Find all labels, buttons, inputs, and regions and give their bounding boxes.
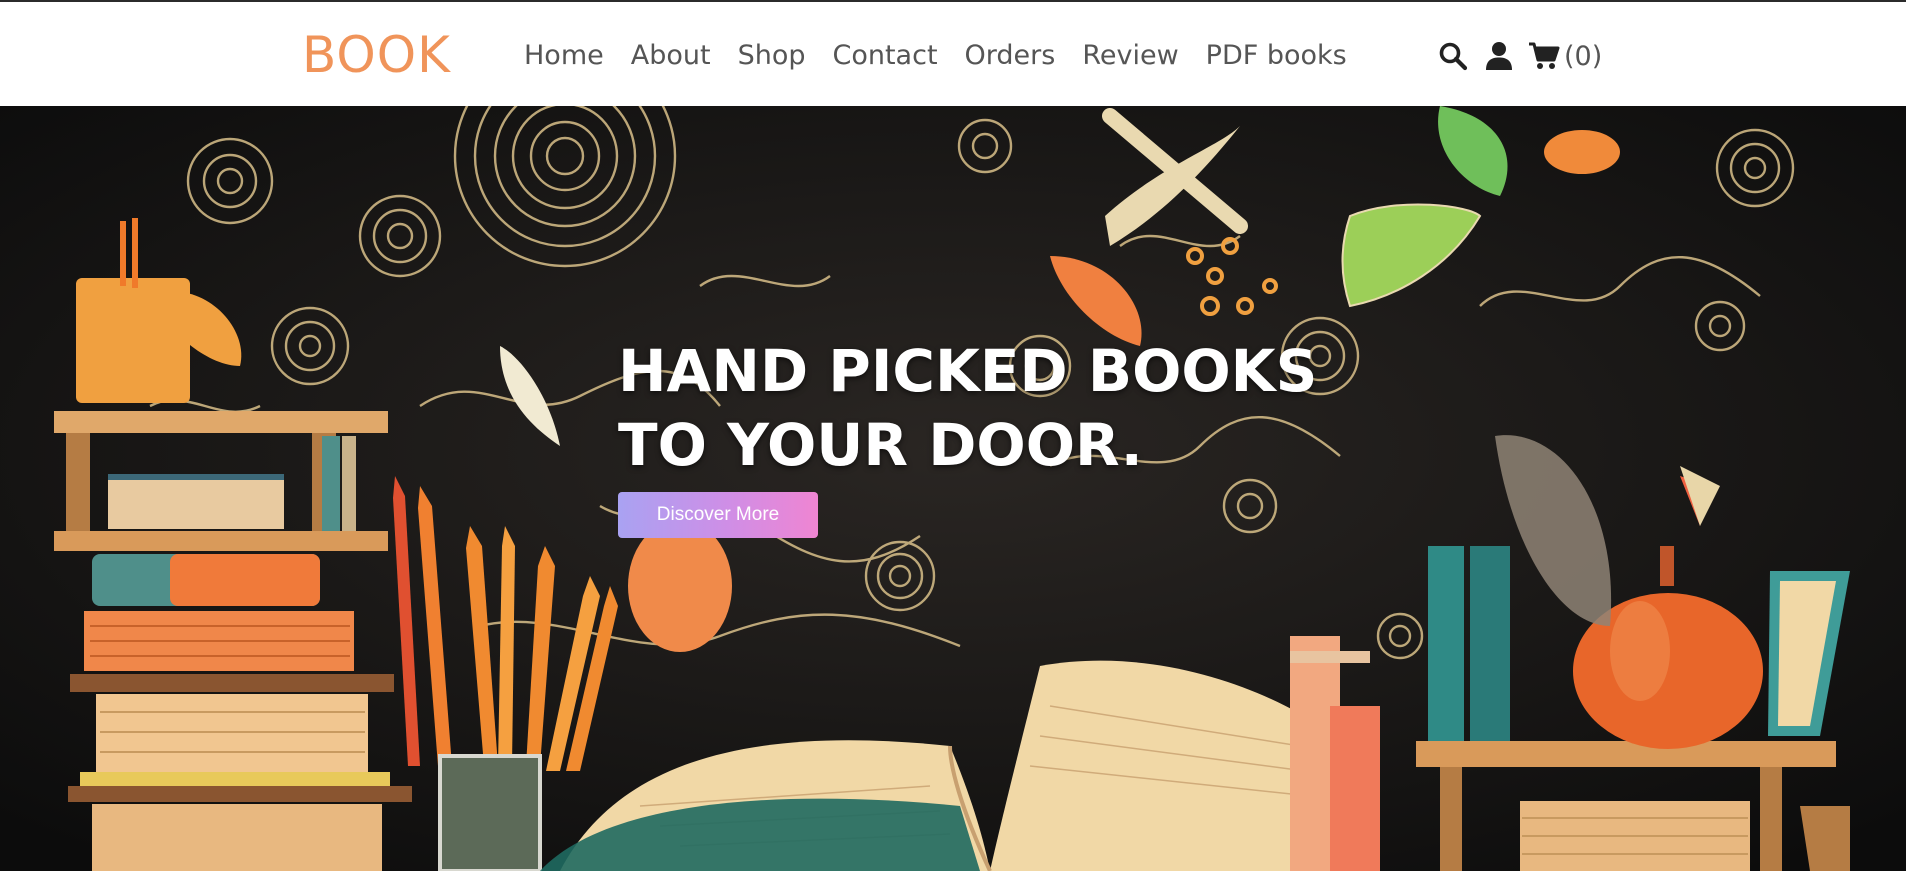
hero-title-line-1: HAND PICKED BOOKS bbox=[618, 337, 1318, 405]
user-icon[interactable] bbox=[1482, 36, 1516, 76]
discover-more-button[interactable]: Discover More bbox=[618, 492, 818, 538]
hero-illustration bbox=[0, 106, 1906, 871]
main-nav: Home About Shop Contact Orders Review PD… bbox=[524, 36, 1374, 76]
hero-title-line-2: TO YOUR DOOR. bbox=[618, 411, 1143, 479]
nav-link-review[interactable]: Review bbox=[1082, 36, 1178, 76]
nav-link-about[interactable]: About bbox=[631, 36, 711, 76]
nav-link-orders[interactable]: Orders bbox=[965, 36, 1056, 76]
nav-link-shop[interactable]: Shop bbox=[738, 36, 806, 76]
search-icon[interactable] bbox=[1436, 36, 1470, 76]
cart-count: (0) bbox=[1564, 40, 1603, 72]
hero-banner: HAND PICKED BOOKS TO YOUR DOOR. Discover… bbox=[0, 106, 1906, 871]
navbar: BOOK Home About Shop Contact Orders Revi… bbox=[0, 2, 1906, 106]
nav-link-pdf-books[interactable]: PDF books bbox=[1206, 36, 1347, 76]
nav-link-contact[interactable]: Contact bbox=[832, 36, 937, 76]
header-icons: (0) bbox=[1436, 36, 1602, 76]
nav-link-home[interactable]: Home bbox=[524, 36, 604, 76]
hero-title: HAND PICKED BOOKS TO YOUR DOOR. bbox=[618, 334, 1378, 482]
cart-button[interactable]: (0) bbox=[1528, 41, 1602, 72]
logo[interactable]: BOOK bbox=[302, 26, 451, 84]
cart-icon bbox=[1529, 42, 1560, 69]
